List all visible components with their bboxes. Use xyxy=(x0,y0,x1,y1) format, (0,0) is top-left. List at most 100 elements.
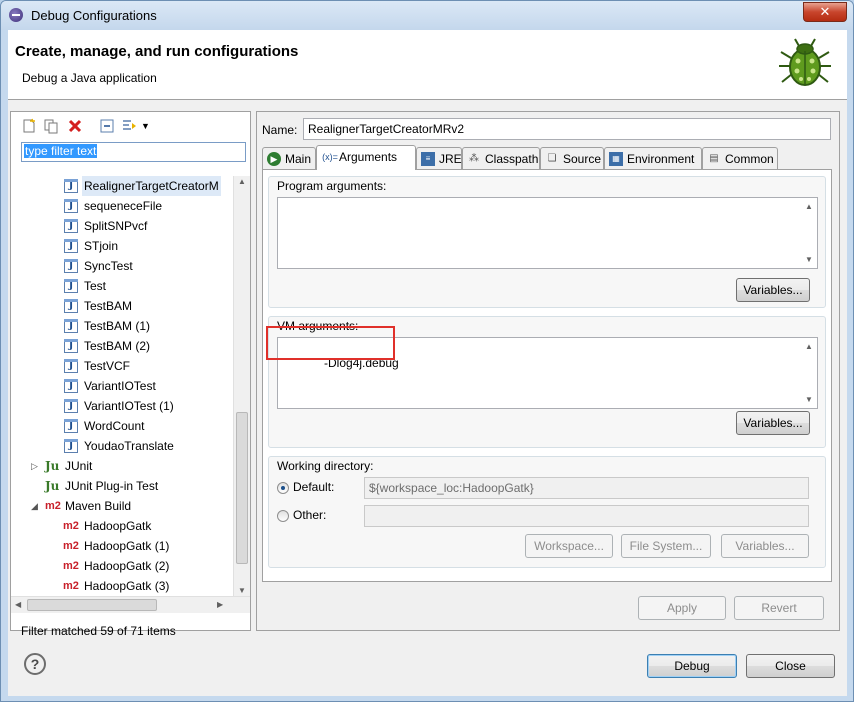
eclipse-icon xyxy=(9,8,23,22)
tree-item[interactable]: ◢ m2 Maven Build xyxy=(11,496,234,516)
tab-arguments[interactable]: (x)= Arguments xyxy=(316,145,416,170)
source-tab-icon: ❏ xyxy=(547,153,557,164)
tree-item[interactable]: J SyncTest xyxy=(11,256,234,276)
tree-item-label: WordCount xyxy=(84,419,145,433)
tab-environment-label: Environment xyxy=(627,152,695,166)
tree-horizontal-scrollbar[interactable]: ◀ ▶ xyxy=(11,596,250,613)
tree-item[interactable]: J RealignerTargetCreatorM xyxy=(11,176,234,196)
program-arguments-scrollbar[interactable]: ▲ ▼ xyxy=(800,198,817,268)
tree-item[interactable]: J TestBAM (2) xyxy=(11,336,234,356)
tree-item-label: sequeneceFile xyxy=(84,199,163,213)
expand-arrow-icon[interactable]: ▷ xyxy=(31,456,38,476)
filter-status: Filter matched 59 of 71 items xyxy=(21,624,176,638)
vm-arguments-scrollbar[interactable]: ▲ ▼ xyxy=(800,338,817,408)
tab-source-label: Source xyxy=(563,152,602,166)
file-system-button[interactable]: File System... xyxy=(621,534,711,558)
tab-arguments-label: Arguments xyxy=(339,150,398,164)
tab-common-label: Common xyxy=(725,152,774,166)
tree-item-label: TestBAM (2) xyxy=(84,339,151,353)
working-directory-title: Working directory: xyxy=(277,459,374,473)
default-dir-label: Default: xyxy=(293,480,335,494)
revert-button[interactable]: Revert xyxy=(734,596,824,620)
tree-item[interactable]: J WordCount xyxy=(11,416,234,436)
delete-config-icon[interactable] xyxy=(67,118,83,134)
default-dir-radio[interactable] xyxy=(277,482,289,494)
tree-item[interactable]: Ju JUnit Plug-in Test xyxy=(11,476,234,496)
tree-item-label: HadoopGatk xyxy=(84,519,152,533)
tree-vertical-scrollbar[interactable]: ▲ ▼ xyxy=(233,176,250,596)
scroll-up-arrow-icon[interactable]: ▲ xyxy=(805,202,813,211)
classpath-tab-icon: ⁂ xyxy=(469,153,479,164)
tab-environment[interactable]: ▦ Environment xyxy=(604,147,702,169)
tab-classpath[interactable]: ⁂ Classpath xyxy=(462,147,540,169)
new-config-icon[interactable] xyxy=(21,118,37,134)
maven-icon: m2 xyxy=(63,520,79,532)
tree-item[interactable]: J YoudaoTranslate xyxy=(11,436,234,456)
tree-item[interactable]: m2 HadoopGatk (2) xyxy=(11,556,234,576)
tree-item-label: TestBAM xyxy=(84,299,133,313)
collapse-all-icon[interactable] xyxy=(99,118,115,134)
collapse-arrow-icon[interactable]: ◢ xyxy=(31,496,38,516)
scroll-up-arrow-icon[interactable]: ▲ xyxy=(805,342,813,351)
tree-item[interactable]: J SplitSNPvcf xyxy=(11,216,234,236)
tab-jre[interactable]: ≡ JRE xyxy=(416,147,462,169)
tree-item[interactable]: m2 HadoopGatk (1) xyxy=(11,536,234,556)
scroll-up-arrow-icon[interactable]: ▲ xyxy=(238,177,246,186)
program-variables-button[interactable]: Variables... xyxy=(736,278,810,302)
filter-config-icon[interactable] xyxy=(121,118,137,134)
apply-button[interactable]: Apply xyxy=(638,596,726,620)
duplicate-config-icon[interactable] xyxy=(43,118,59,134)
tree-item-label: TestBAM (1) xyxy=(84,319,151,333)
tab-main[interactable]: ▶ Main xyxy=(262,147,316,169)
vertical-scroll-thumb[interactable] xyxy=(236,412,248,564)
tree-item[interactable]: m2 HadoopGatk xyxy=(11,516,234,536)
name-input[interactable]: RealignerTargetCreatorMRv2 xyxy=(303,118,831,140)
tree-item-label: VariantIOTest xyxy=(84,379,156,393)
java-application-icon: J xyxy=(64,339,78,353)
tree-item[interactable]: J VariantIOTest xyxy=(11,376,234,396)
tree-item-label: Maven Build xyxy=(65,499,132,513)
program-arguments-input[interactable]: ▲ ▼ xyxy=(277,197,818,269)
filter-input[interactable]: type filter text xyxy=(21,142,246,162)
view-menu-chevron-down-icon[interactable]: ▼ xyxy=(141,118,157,134)
tree-item[interactable]: J STjoin xyxy=(11,236,234,256)
title-bar: Debug Configurations ✕ xyxy=(1,1,853,30)
java-application-icon: J xyxy=(64,439,78,453)
junit-icon: Ju xyxy=(45,459,60,473)
tree-item[interactable]: J TestVCF xyxy=(11,356,234,376)
scroll-down-arrow-icon[interactable]: ▼ xyxy=(805,395,813,404)
tree-item[interactable]: J TestBAM xyxy=(11,296,234,316)
scroll-down-arrow-icon[interactable]: ▼ xyxy=(238,586,246,595)
close-button[interactable]: Close xyxy=(746,654,835,678)
working-directory-group: Working directory: Default: ${workspace_… xyxy=(268,456,826,568)
debug-button[interactable]: Debug xyxy=(647,654,737,678)
tree-item-label: VariantIOTest (1) xyxy=(84,399,174,413)
tab-classpath-label: Classpath xyxy=(485,152,539,166)
workspace-button[interactable]: Workspace... xyxy=(525,534,613,558)
other-dir-input[interactable] xyxy=(364,505,809,527)
scroll-right-arrow-icon[interactable]: ▶ xyxy=(217,600,223,609)
tree-item[interactable]: J VariantIOTest (1) xyxy=(11,396,234,416)
tree-item-label: SyncTest xyxy=(84,259,133,273)
java-application-icon: J xyxy=(64,359,78,373)
name-label: Name: xyxy=(262,123,298,137)
vm-variables-button[interactable]: Variables... xyxy=(736,411,810,435)
tree-item[interactable]: J Test xyxy=(11,276,234,296)
banner-title: Create, manage, and run configurations xyxy=(15,43,299,60)
help-icon[interactable]: ? xyxy=(24,653,46,675)
horizontal-scroll-thumb[interactable] xyxy=(27,599,157,611)
scroll-left-arrow-icon[interactable]: ◀ xyxy=(15,600,21,609)
scroll-down-arrow-icon[interactable]: ▼ xyxy=(805,255,813,264)
working-variables-button[interactable]: Variables... xyxy=(721,534,809,558)
other-dir-radio[interactable] xyxy=(277,510,289,522)
tree-item[interactable]: m2 HadoopGatk (3) xyxy=(11,576,234,596)
tree-item[interactable]: JsequeneceFile xyxy=(11,196,234,216)
tab-common[interactable]: ▤ Common xyxy=(702,147,778,169)
tab-source[interactable]: ❏ Source xyxy=(540,147,604,169)
tree-item[interactable]: ▷ Ju JUnit xyxy=(11,456,234,476)
window-close-button[interactable]: ✕ xyxy=(803,2,847,22)
config-tabs: ▶ Main (x)= Arguments ≡ JRE ⁂ Classpath … xyxy=(262,145,832,170)
tree-item-label: SplitSNPvcf xyxy=(84,219,148,233)
program-arguments-title: Program arguments: xyxy=(277,179,387,193)
tree-item[interactable]: J TestBAM (1) xyxy=(11,316,234,336)
